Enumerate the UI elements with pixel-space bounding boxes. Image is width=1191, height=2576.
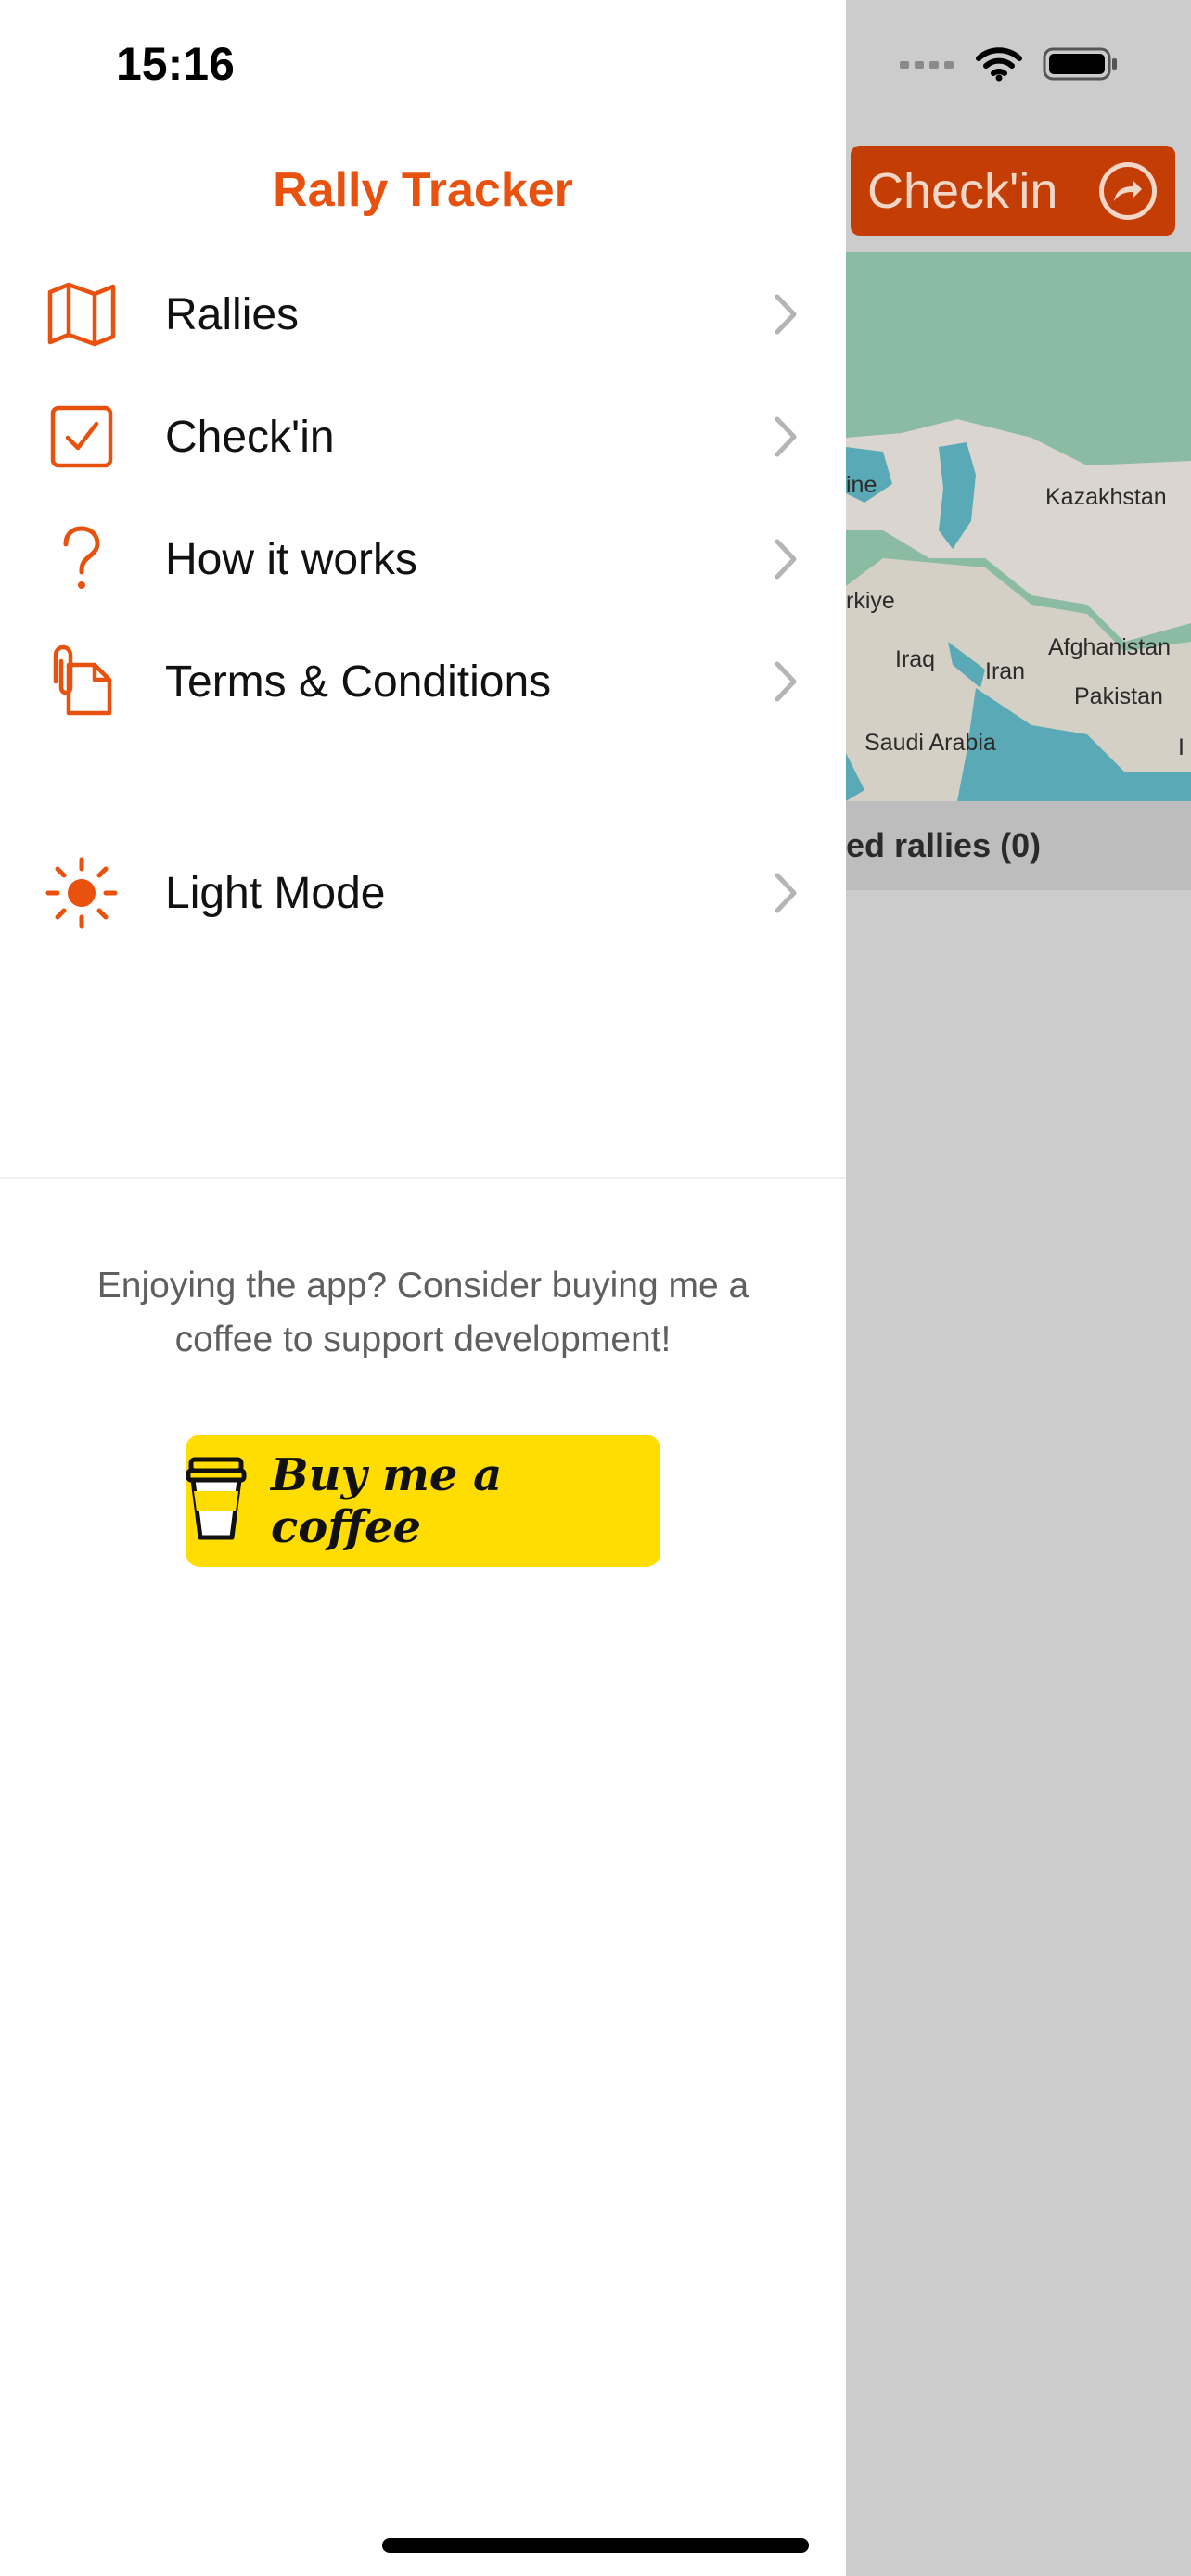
checkin-button[interactable]: Check'in bbox=[851, 146, 1175, 236]
map-view[interactable]: ine Kazakhstan rkiye Iraq Iran Afghanist… bbox=[846, 252, 1191, 801]
status-time: 15:16 bbox=[116, 38, 235, 90]
divider bbox=[0, 1177, 846, 1179]
menu-item-rallies[interactable]: Rallies bbox=[0, 253, 846, 376]
map-label: I bbox=[1178, 734, 1185, 760]
map-label: Afghanistan bbox=[1048, 634, 1172, 660]
side-drawer: 15:16 Rally Tracker Rallies Check'in How… bbox=[0, 0, 846, 2576]
wifi-icon bbox=[976, 46, 1022, 86]
menu-item-terms[interactable]: Terms & Conditions bbox=[0, 620, 846, 743]
signal-icon bbox=[900, 57, 955, 75]
support-promo-text: Enjoying the app? Consider buying me a c… bbox=[96, 1266, 749, 1359]
map-label: ine bbox=[846, 472, 877, 498]
home-indicator bbox=[382, 2538, 809, 2553]
menu-item-label: Light Mode bbox=[165, 868, 386, 918]
document-clip-icon bbox=[45, 644, 119, 719]
chevron-right-icon bbox=[772, 870, 800, 916]
status-icons bbox=[900, 46, 1119, 86]
sun-icon bbox=[45, 856, 119, 930]
chevron-right-icon bbox=[772, 414, 800, 460]
menu-item-label: How it works bbox=[165, 534, 418, 584]
menu-item-label: Rallies bbox=[165, 289, 300, 339]
battery-icon bbox=[1043, 46, 1119, 86]
chevron-right-icon bbox=[772, 658, 800, 705]
coffee-cup-icon bbox=[186, 1454, 247, 1548]
share-arrow-icon bbox=[1099, 161, 1157, 220]
map-label: Iran bbox=[985, 658, 1026, 684]
rallies-bar[interactable]: ed rallies (0) bbox=[846, 801, 1191, 890]
question-icon bbox=[45, 522, 119, 596]
map-label: Kazakhstan bbox=[1045, 484, 1167, 510]
menu-item-label: Check'in bbox=[165, 412, 335, 462]
checkbox-icon bbox=[45, 400, 119, 474]
chevron-right-icon bbox=[772, 291, 800, 338]
map-icon bbox=[45, 277, 119, 351]
menu-item-label: Terms & Conditions bbox=[165, 657, 552, 707]
coffee-button-label: Buy me a coffee bbox=[271, 1448, 503, 1553]
map-label: Saudi Arabia bbox=[864, 730, 996, 756]
chevron-right-icon bbox=[772, 536, 800, 582]
app-title: Rally Tracker bbox=[273, 163, 573, 217]
map-label: Pakistan bbox=[1074, 683, 1163, 709]
checkin-button-label: Check'in bbox=[867, 162, 1058, 219]
map-label: rkiye bbox=[846, 588, 895, 614]
buy-me-a-coffee-button[interactable]: Buy me a coffee bbox=[186, 1435, 660, 1567]
menu-item-checkin[interactable]: Check'in bbox=[0, 376, 846, 498]
menu-item-light-mode[interactable]: Light Mode bbox=[0, 832, 846, 954]
menu-item-how-it-works[interactable]: How it works bbox=[0, 498, 846, 620]
rallies-bar-label: ed rallies (0) bbox=[846, 826, 1042, 864]
map-label: Iraq bbox=[895, 646, 936, 672]
